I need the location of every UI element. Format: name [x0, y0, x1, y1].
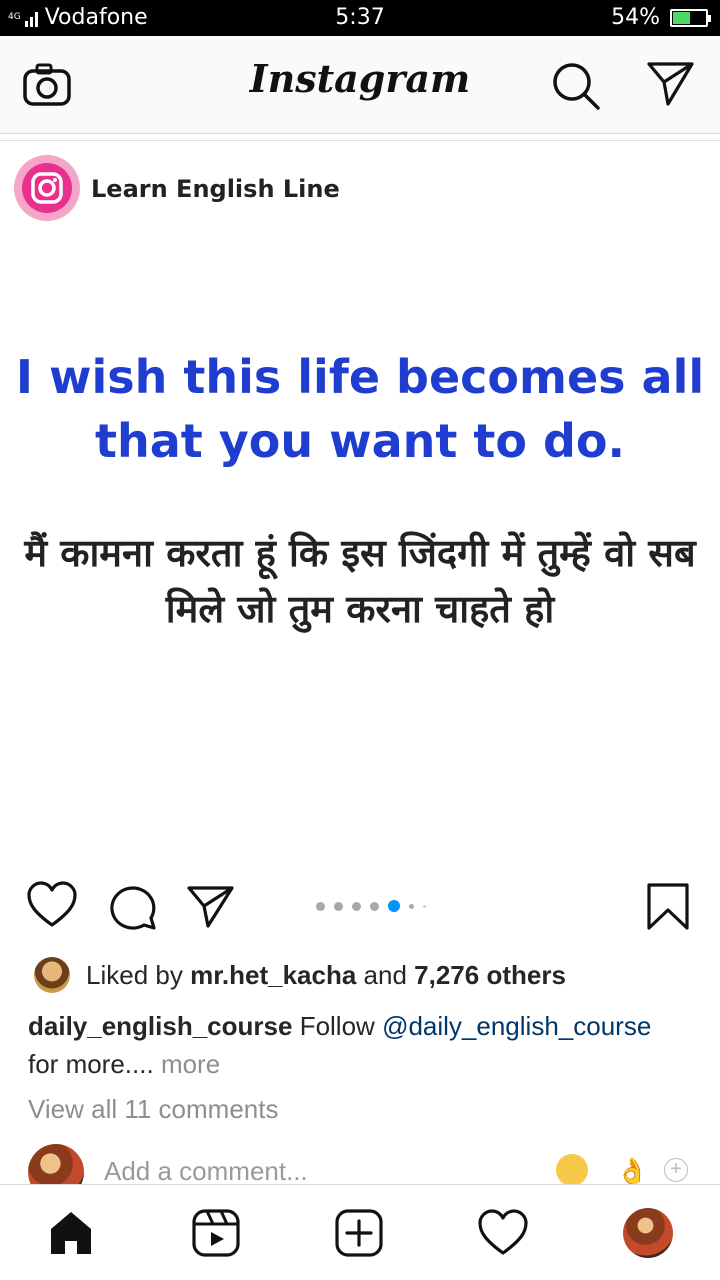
- reels-icon[interactable]: [190, 1207, 242, 1259]
- caption-username[interactable]: daily_english_course: [28, 1011, 292, 1041]
- battery-percent: 54%: [611, 5, 660, 30]
- battery-icon: [670, 8, 711, 27]
- activity-icon[interactable]: [477, 1207, 529, 1259]
- add-comment-input[interactable]: Add a comment...: [104, 1156, 308, 1186]
- ok-hand-emoji-icon[interactable]: 👌: [616, 1156, 648, 1186]
- new-post-icon[interactable]: [333, 1207, 385, 1259]
- carousel-dot: [352, 901, 361, 911]
- carousel-dot: [409, 903, 414, 909]
- user-avatar: [28, 1144, 84, 1186]
- instagram-brand-icon: [10, 150, 84, 224]
- kiss-emoji-icon[interactable]: [556, 1154, 588, 1186]
- add-comment-row[interactable]: Add a comment... 👌 +: [28, 1144, 720, 1186]
- liked-by-user[interactable]: mr.het_kacha: [190, 960, 356, 991]
- direct-message-icon[interactable]: [646, 60, 696, 113]
- app-header: Instagram: [0, 36, 720, 134]
- likes-summary[interactable]: Liked by mr.het_kacha and 7,276 others: [34, 957, 566, 993]
- carousel-dot-active: [388, 900, 400, 912]
- carousel-dot: [316, 901, 325, 911]
- profile-avatar[interactable]: [622, 1207, 674, 1259]
- post-caption: daily_english_course Follow @daily_engli…: [28, 1007, 688, 1083]
- caption-mention[interactable]: @daily_english_course: [382, 1011, 651, 1041]
- home-icon[interactable]: [45, 1207, 97, 1259]
- caption-more-link[interactable]: more: [161, 1049, 220, 1079]
- bottom-navigation: [0, 1184, 720, 1280]
- add-emoji-icon[interactable]: +: [664, 1158, 688, 1182]
- carousel-dot: [370, 901, 379, 911]
- search-icon[interactable]: [550, 60, 602, 117]
- carousel-indicator: [316, 900, 426, 912]
- post-account-name[interactable]: Learn English Line: [91, 175, 340, 203]
- liked-by-prefix: Liked by: [86, 959, 183, 990]
- post-text-hindi: मैं कामना करता हूं कि इस जिंदगी में तुम्…: [24, 531, 696, 631]
- liked-by-and: and: [363, 959, 407, 990]
- caption-rest: for more....: [28, 1049, 154, 1079]
- view-all-comments-link[interactable]: View all 11 comments: [28, 1094, 278, 1125]
- comment-icon[interactable]: [108, 884, 158, 937]
- caption-text: Follow: [299, 1011, 375, 1041]
- carousel-dot: [423, 904, 426, 908]
- save-icon[interactable]: [646, 882, 690, 937]
- like-icon[interactable]: [26, 880, 78, 935]
- liked-by-others[interactable]: 7,276 others: [414, 960, 566, 991]
- instagram-logo: Instagram: [249, 56, 471, 101]
- status-bar: 4G Vodafone 5:37 54%: [0, 0, 720, 36]
- profile-avatar-image: [623, 1208, 673, 1258]
- carousel-dot: [334, 901, 343, 911]
- divider: [0, 140, 720, 141]
- post-text-english: I wish this life becomes all that you wa…: [15, 350, 705, 468]
- liker-avatar: [34, 957, 70, 993]
- share-icon[interactable]: [186, 884, 236, 935]
